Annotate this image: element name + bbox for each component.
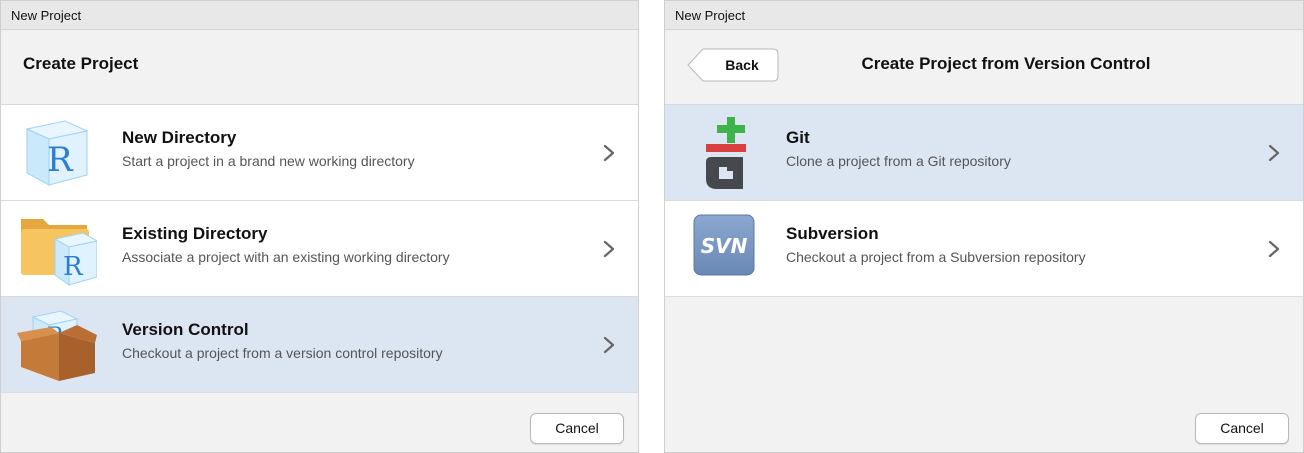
item-title: Existing Directory (122, 224, 268, 243)
item-title: Subversion (786, 224, 879, 243)
item-description: Checkout a project from a Subversion rep… (786, 249, 1086, 265)
dialog-header: Create Project (1, 30, 638, 104)
list-item-subversion[interactable]: SVN Subversion Checkout a project from a… (665, 201, 1303, 297)
version-control-dialog: New Project Back Create Project from Ver… (664, 0, 1304, 453)
chevron-right-icon (603, 240, 615, 258)
item-title: Git (786, 128, 810, 147)
git-icon (689, 115, 769, 193)
cancel-button[interactable]: Cancel (530, 413, 624, 444)
cancel-button[interactable]: Cancel (1195, 413, 1289, 444)
item-description: Checkout a project from a version contro… (122, 345, 443, 361)
svn-icon: SVN (689, 211, 769, 289)
chevron-right-icon (1268, 144, 1280, 162)
list-item-git[interactable]: Git Clone a project from a Git repositor… (665, 105, 1303, 201)
item-description: Associate a project with an existing wor… (122, 249, 450, 265)
list-item-version-control[interactable]: R Version Control Checkout a project fro… (1, 297, 638, 393)
item-description: Clone a project from a Git repository (786, 153, 1011, 169)
item-title: New Directory (122, 128, 237, 147)
page-title: Create Project (23, 54, 139, 73)
window-title: New Project (1, 1, 638, 30)
page-title: Create Project from Version Control (861, 54, 1151, 73)
folder-r-icon: R (17, 211, 99, 289)
item-title: Version Control (122, 320, 249, 339)
box-r-icon: R (17, 307, 97, 385)
list-item-existing-directory[interactable]: R Existing Directory Associate a project… (1, 201, 638, 297)
project-type-list: R New Directory Start a project in a bra… (1, 104, 638, 393)
chevron-right-icon (1268, 240, 1280, 258)
svg-text:R: R (47, 140, 74, 180)
new-project-dialog: New Project Create Project R New Directo… (0, 0, 639, 453)
r-cube-icon: R (17, 115, 97, 193)
svg-text:R: R (63, 252, 84, 282)
list-item-new-directory[interactable]: R New Directory Start a project in a bra… (1, 105, 638, 201)
vcs-list: Git Clone a project from a Git repositor… (665, 104, 1303, 297)
item-description: Start a project in a brand new working d… (122, 153, 415, 169)
chevron-right-icon (603, 144, 615, 162)
svn-icon-text: SVN (701, 234, 748, 258)
chevron-right-icon (603, 336, 615, 354)
dialog-header: Back Create Project from Version Control (665, 30, 1303, 104)
window-title: New Project (665, 1, 1303, 30)
